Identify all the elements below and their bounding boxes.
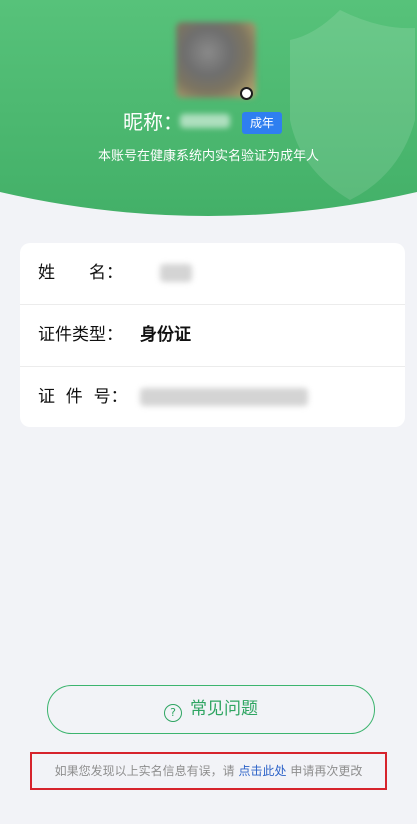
header-banner: 昵称： 成年 本账号在健康系统内实名验证为成年人 — [0, 0, 417, 216]
notice-prefix: 如果您发现以上实名信息有误，请 — [54, 764, 235, 778]
nickname-value-redacted — [180, 114, 230, 128]
question-circle-icon: ? — [164, 704, 182, 722]
notice-suffix: 申请再次更改 — [290, 764, 363, 778]
name-value-redacted — [160, 264, 192, 282]
click-here-link[interactable]: 点击此处 — [238, 764, 286, 778]
avatar-badge — [240, 87, 253, 100]
identity-info-card: 姓 名： 证件类型： 身份证 证 件 号： — [20, 243, 405, 427]
age-status-badge: 成年 — [242, 112, 282, 134]
id-type-label: 证件类型： — [38, 325, 123, 345]
faq-button[interactable]: ? 常见问题 — [47, 685, 375, 734]
id-number-value-redacted — [140, 388, 308, 406]
name-row: 姓 名： — [20, 243, 405, 304]
id-number-row: 证 件 号： — [20, 367, 405, 428]
correction-notice: 如果您发现以上实名信息有误，请 点击此处 申请再次更改 — [30, 752, 387, 790]
id-type-row: 证件类型： 身份证 — [20, 305, 405, 366]
name-label: 姓 名： — [38, 263, 123, 283]
id-type-value: 身份证 — [140, 325, 191, 345]
id-number-label: 证 件 号： — [38, 387, 128, 407]
faq-button-label: 常见问题 — [190, 699, 258, 719]
nickname-label: 昵称： — [123, 110, 183, 134]
verification-subtitle: 本账号在健康系统内实名验证为成年人 — [97, 149, 319, 164]
